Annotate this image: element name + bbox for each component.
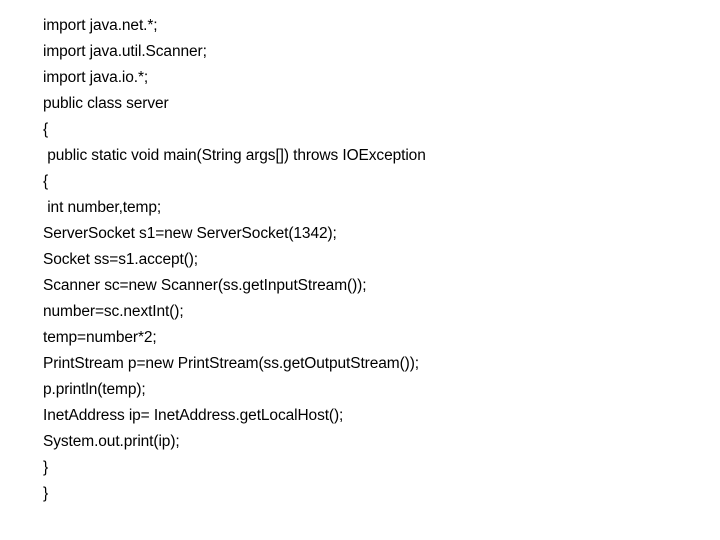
code-line-import-io: import java.io.*; (43, 69, 149, 86)
code-line-class-close-brace: } (43, 485, 49, 502)
code-line-read-number: number=sc.nextInt(); (43, 303, 184, 320)
code-line-variable-declaration: int number,temp; (43, 199, 162, 216)
code-line-method-close-brace: } (43, 459, 49, 476)
code-line-main-method: public static void main(String args[]) t… (43, 147, 426, 164)
code-line-compute-temp: temp=number*2; (43, 329, 157, 346)
code-line-class-declaration: public class server (43, 95, 169, 112)
code-line-import-util-scanner: import java.util.Scanner; (43, 43, 207, 60)
code-line-println: p.println(temp); (43, 381, 146, 398)
code-line-system-print: System.out.print(ip); (43, 433, 180, 450)
code-line-scanner: Scanner sc=new Scanner(ss.getInputStream… (43, 277, 367, 294)
code-line-print-stream: PrintStream p=new PrintStream(ss.getOutp… (43, 355, 419, 372)
code-line-class-open-brace: { (43, 121, 49, 138)
code-line-socket-accept: Socket ss=s1.accept(); (43, 251, 199, 268)
code-listing: import java.net.*; import java.util.Scan… (43, 13, 426, 507)
code-line-import-net: import java.net.*; (43, 17, 158, 34)
code-line-inet-address: InetAddress ip= InetAddress.getLocalHost… (43, 407, 344, 424)
code-line-method-open-brace: { (43, 173, 49, 190)
code-line-server-socket: ServerSocket s1=new ServerSocket(1342); (43, 225, 337, 242)
